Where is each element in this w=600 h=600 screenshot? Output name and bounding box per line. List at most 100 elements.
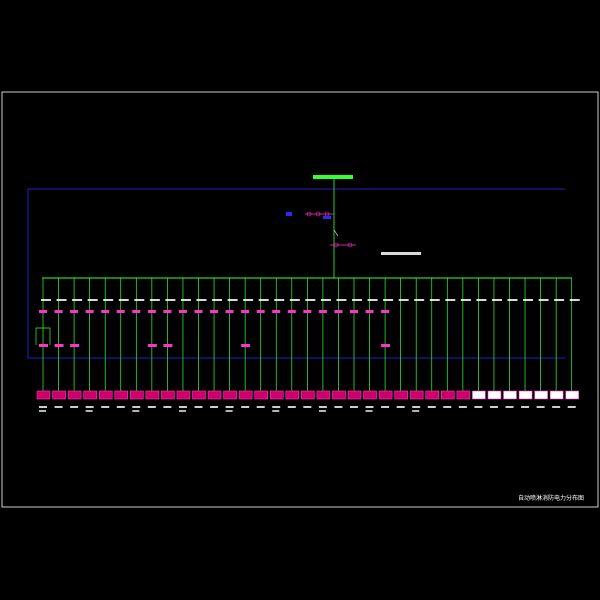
feeder-top-label-mark — [212, 299, 223, 301]
feeder-bottom-label-mark — [256, 406, 265, 408]
feeder-breaker — [147, 310, 156, 313]
feeder-bottom-label-mark — [489, 406, 498, 408]
feeder-bottom-label-mark — [443, 406, 452, 408]
feeder-terminal-box — [192, 390, 206, 400]
feeder-aux-device — [163, 344, 173, 347]
feeder-bottom-label-mark — [303, 406, 312, 408]
feeder-bottom-label-mark — [536, 406, 545, 408]
feeder-top-label-mark — [134, 299, 145, 301]
feeder-bottom-label-mark — [116, 406, 125, 408]
feeder-bottom-label-mark — [132, 406, 141, 408]
feeder-terminal-box — [565, 390, 580, 400]
feeder-terminal-box — [254, 390, 268, 400]
feeder-terminal-box — [207, 390, 222, 400]
feeder-terminal-box — [130, 390, 144, 400]
feeder-top-label-mark — [507, 299, 518, 301]
feeder-terminal-box — [83, 390, 97, 400]
feeder-top-label-mark — [274, 299, 285, 301]
feeder-bottom-label-mark — [521, 406, 530, 408]
feeder-top-label-mark — [429, 299, 440, 301]
drawing-title: 自动喷淋消防电力分布图 — [517, 495, 584, 502]
feeder-bottom-label-mark-2 — [365, 410, 373, 412]
feeder-bottom-label-mark-2 — [178, 410, 186, 412]
feeder-top-label-mark — [72, 299, 83, 301]
feeder-bottom-label-mark — [427, 406, 436, 408]
feeder-top-label-mark — [165, 299, 176, 301]
feeder-top-label-mark — [352, 299, 362, 301]
feeder-top-label-mark — [180, 299, 191, 301]
feeder-terminal-box — [332, 390, 346, 400]
feeder-top-label-mark — [538, 299, 549, 301]
feeder-terminal-box — [52, 390, 66, 400]
feeder-terminal-box — [363, 390, 377, 400]
feeder-top-label-mark — [149, 299, 160, 301]
feeder-bottom-label-mark-2 — [318, 410, 326, 412]
feeder-aux-device — [147, 344, 157, 347]
feeder-bottom-label-mark — [54, 406, 63, 408]
feeder-bottom-label-mark-2 — [225, 410, 233, 412]
feeder-aux-device — [39, 344, 48, 347]
feeder-bottom-label-mark-2 — [272, 410, 280, 412]
feeder-top-label-mark — [103, 299, 114, 301]
feeder-breaker — [194, 310, 203, 313]
bus-annotation-mark — [381, 252, 421, 255]
feeder-top-label-mark — [414, 299, 425, 301]
feeder-bottom-label-mark — [210, 406, 219, 408]
feeder-breaker — [116, 310, 125, 313]
feeder-bottom-label-mark — [241, 406, 250, 408]
feeder-bottom-label-mark — [474, 406, 483, 408]
feeder-terminal-box — [36, 390, 51, 400]
feeder-bottom-label-mark — [552, 406, 561, 408]
feeder-breaker — [225, 310, 234, 313]
feeder-top-label-mark — [87, 299, 98, 301]
feeder-bottom-label-mark — [194, 406, 203, 408]
feeder-breaker — [163, 310, 172, 313]
feeder-breaker — [210, 310, 219, 313]
feeder-terminal-box — [301, 390, 315, 400]
feeder-top-label-mark — [289, 299, 300, 301]
feeder-bottom-label-mark — [39, 406, 47, 408]
feeder-aux-device — [54, 344, 64, 347]
feeder-bottom-label-mark-2 — [39, 410, 46, 412]
feeder-terminal-box — [176, 390, 191, 400]
feeder-breaker — [381, 310, 390, 313]
feeder-top-label-mark — [320, 299, 331, 301]
feeder-top-label-mark — [554, 299, 565, 301]
feeder-top-label-mark — [196, 299, 207, 301]
feeder-terminal-box — [518, 390, 533, 400]
feeder-breaker — [334, 310, 343, 313]
feeder-bottom-label-mark — [505, 406, 514, 408]
feeder-terminal-box — [425, 390, 440, 400]
feeder-terminal-box — [549, 390, 564, 400]
feeder-terminal-box — [223, 390, 237, 400]
incoming-source — [313, 175, 353, 179]
feeder-top-label-mark — [258, 299, 269, 301]
feeder-breaker — [350, 310, 358, 313]
feeder-top-label-mark — [445, 299, 456, 301]
feeder-breaker — [54, 310, 63, 313]
feeder-top-label-mark — [118, 299, 129, 301]
feeder-terminal-box — [316, 390, 331, 400]
feeder-aux-device — [70, 344, 80, 347]
feeder-breaker — [101, 310, 110, 313]
feeder-top-label-mark — [460, 299, 471, 301]
feeder-breaker — [132, 310, 141, 313]
feeder-breaker — [303, 310, 312, 313]
feeder-breaker — [241, 310, 250, 313]
feeder-breaker — [318, 310, 327, 313]
feeder-top-label-mark — [243, 299, 254, 301]
feeder-bottom-label-mark — [85, 406, 94, 408]
feeder-top-label-mark — [569, 299, 580, 301]
feeder-terminal-box — [378, 390, 393, 400]
feeder-terminal-box — [114, 390, 129, 400]
feeder-bottom-label-mark — [567, 406, 576, 408]
feeder-bottom-label-mark — [272, 406, 281, 408]
feeder-bottom-label-mark — [225, 406, 234, 408]
feeder-top-label-mark — [383, 299, 394, 301]
feeder-terminal-box — [472, 390, 486, 400]
feeder-bottom-label-mark — [350, 406, 358, 408]
feeder-terminal-box — [487, 390, 502, 400]
feeder-top-label-mark — [476, 299, 487, 301]
feeder-terminal-box — [347, 390, 362, 400]
single-line-diagram — [0, 0, 600, 600]
